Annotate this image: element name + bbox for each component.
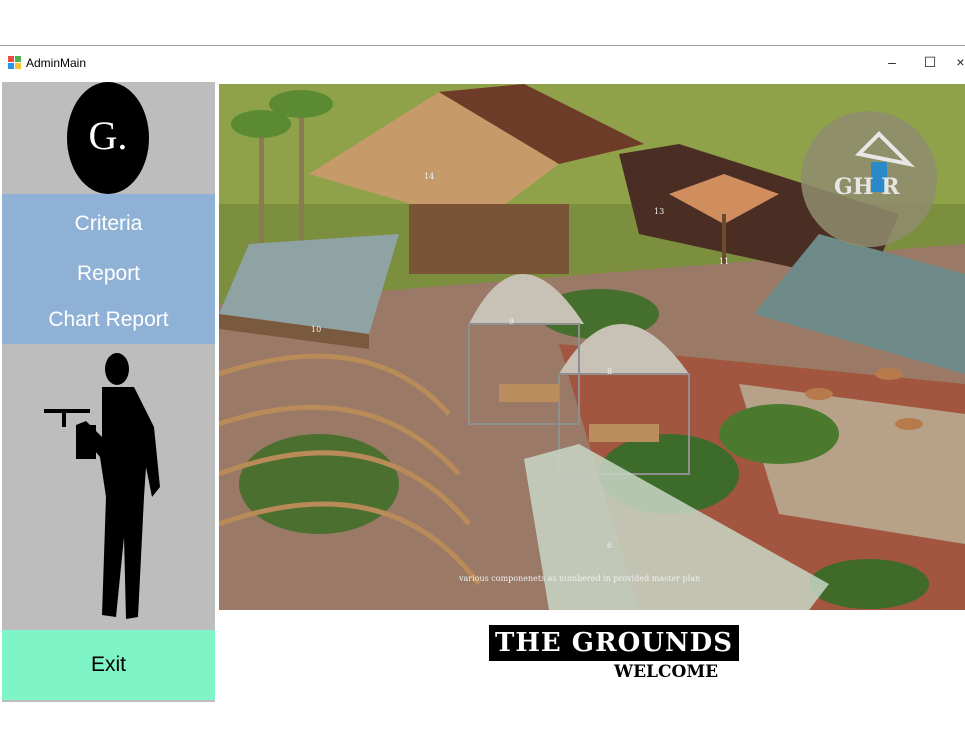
- plan-number: 14: [424, 172, 434, 181]
- exit-button[interactable]: Exit: [2, 630, 215, 700]
- window-title: AdminMain: [26, 56, 87, 70]
- waiter-silhouette-icon: [44, 353, 160, 619]
- plan-number: 10: [311, 325, 321, 334]
- chart-report-button[interactable]: Chart Report: [2, 308, 215, 332]
- brand-title: THE GROUNDS: [489, 625, 740, 661]
- plan-number: 8: [607, 367, 612, 376]
- admin-main-window: AdminMain – ☐ × G. Criteria Report Chart…: [0, 45, 965, 706]
- badge-text: GH R: [834, 174, 900, 200]
- sidebar: G. Criteria Report Chart Report Exit: [2, 82, 215, 702]
- restaurant-render-image: GH R 14 13 11 10 9 8 6 various componene…: [219, 84, 965, 610]
- logo-text: G.: [88, 113, 128, 158]
- criteria-button[interactable]: Criteria: [2, 212, 215, 236]
- close-button[interactable]: ×: [956, 52, 965, 72]
- logo-area: G.: [2, 82, 215, 194]
- app-icon: [8, 56, 21, 69]
- plan-number: 6: [607, 541, 612, 550]
- plan-number: 9: [509, 317, 514, 326]
- brand-subtitle: WELCOME: [614, 662, 719, 682]
- plan-number: 13: [654, 207, 664, 216]
- menu-panel: Criteria Report Chart Report: [2, 194, 215, 344]
- minimize-button[interactable]: –: [880, 52, 904, 72]
- scene-caption: various componenets as numbered in provi…: [458, 574, 700, 583]
- title-bar: AdminMain – ☐ ×: [0, 46, 965, 80]
- plan-number: 11: [719, 257, 729, 266]
- maximize-button[interactable]: ☐: [918, 52, 942, 72]
- report-button[interactable]: Report: [2, 262, 215, 286]
